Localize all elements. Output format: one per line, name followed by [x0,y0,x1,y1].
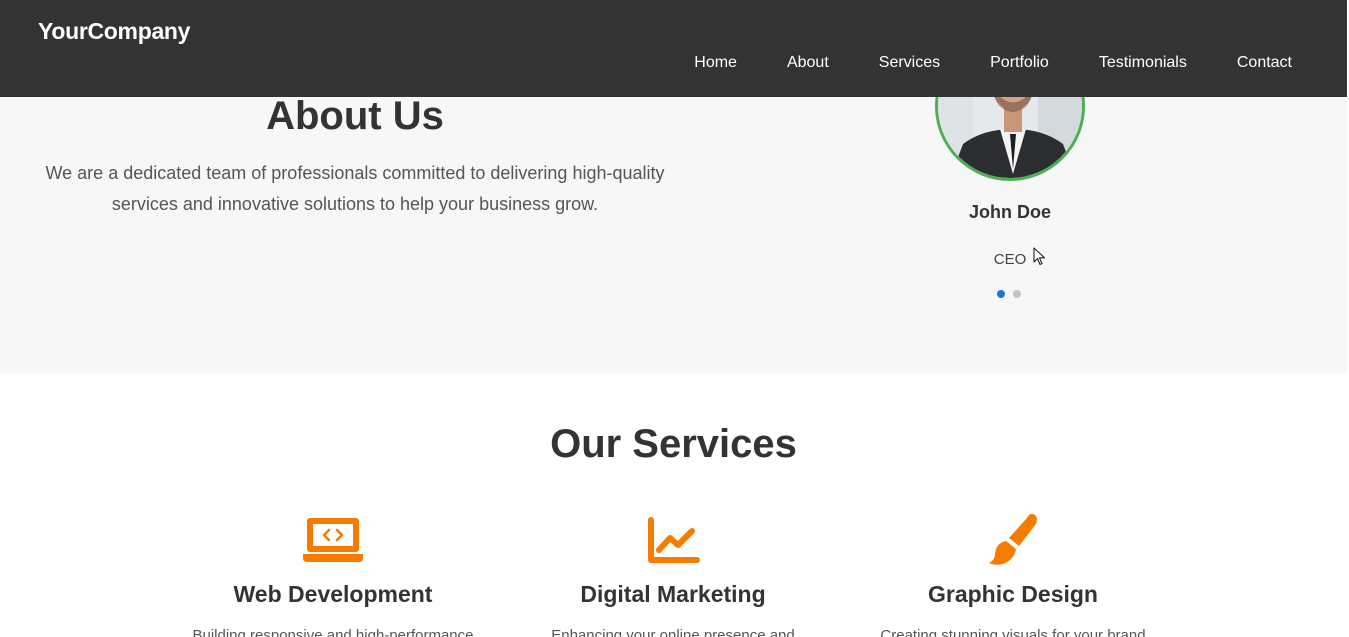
nav-home[interactable]: Home [694,54,737,72]
service-card-graphic-design: Graphic Design Creating stunning visuals… [843,510,1183,637]
mouse-cursor-icon [1033,247,1046,266]
service-card-digital-marketing: Digital Marketing Enhancing your online … [503,510,843,637]
about-description: We are a dedicated team of professionals… [45,163,665,214]
service-title: Web Development [233,581,433,607]
laptop-code-icon [303,518,363,562]
team-member-role: CEO [993,251,1027,268]
nav-services[interactable]: Services [879,54,940,72]
slider-dot-1[interactable] [997,290,1005,298]
chart-line-icon [648,517,700,563]
services-title: Our Services [550,422,797,466]
service-description: Creating stunning visuals for your brand [880,627,1146,637]
nav-testimonials[interactable]: Testimonials [1099,54,1187,72]
service-description: Enhancing your online presence and [551,627,795,637]
service-description: Building responsive and high-performance [192,627,474,637]
company-logo[interactable]: YourCompany [38,18,190,45]
service-title: Graphic Design [928,581,1098,607]
team-member-name: John Doe [968,202,1051,222]
nav-portfolio[interactable]: Portfolio [990,54,1049,72]
main-nav: Home About Services Portfolio Testimonia… [694,54,1292,72]
service-title: Digital Marketing [580,581,766,607]
slider-dot-2[interactable] [1013,290,1021,298]
about-title: About Us [266,94,444,138]
slider-dots [997,290,1029,298]
paint-brush-icon [989,514,1037,565]
service-card-web-development: Web Development Building responsive and … [163,510,503,637]
nav-about[interactable]: About [787,54,829,72]
site-header: YourCompany Home About Services Portfoli… [0,0,1347,97]
nav-contact[interactable]: Contact [1237,54,1292,72]
